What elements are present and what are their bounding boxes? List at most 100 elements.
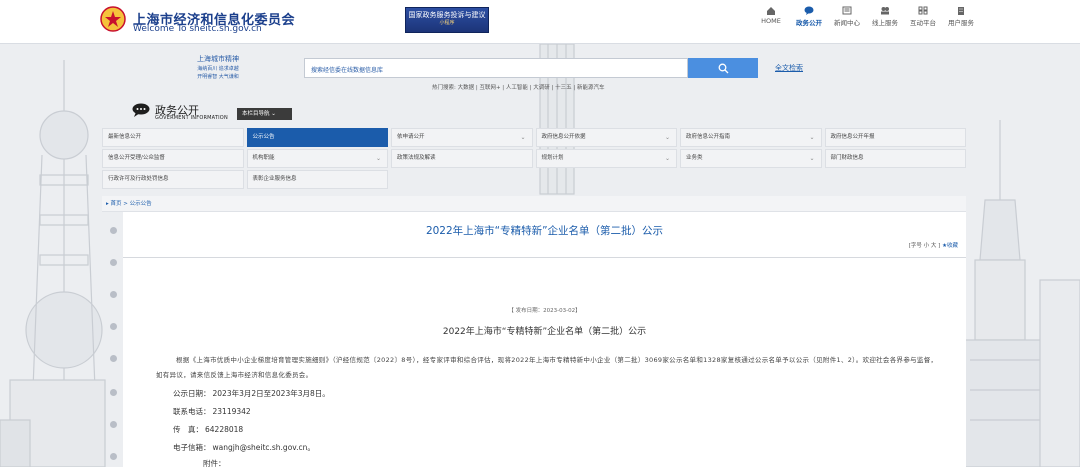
article-tools: [字号 小 大 ] ★收藏 [909, 241, 958, 249]
phone-value: 23119342 [212, 407, 251, 416]
fax-label: 传 真： [173, 425, 203, 434]
phone-label: 联系电话： [173, 407, 211, 416]
column-nav-dropdown[interactable]: 本栏目导航 ⌄ [237, 108, 292, 120]
nav-label: 用户服务 [948, 19, 974, 27]
category-item[interactable]: 政策法规及解读 [391, 149, 533, 168]
site-header: 上海市经济和信息化委员会 Welcome To sheitc.sh.gov.cn… [0, 0, 1080, 44]
nav-item-online-service[interactable]: 线上服务 [866, 6, 904, 27]
article-paragraph: 根据《上海市优质中小企业梯度培育管理实施细则》（沪经信规范〔2022〕8号），经… [156, 356, 938, 379]
timeline-dot [110, 389, 117, 396]
category-label: 政府信息公开指南 [686, 134, 731, 140]
timeline-dot [110, 227, 117, 234]
slogan-line-2: 开明睿智 大气谦和 [197, 74, 239, 80]
fax-line: 传 真： 64228018 [173, 424, 243, 435]
category-item[interactable]: 最新信息公开 [102, 128, 244, 147]
article-title: 2022年上海市“专精特新”企业名单（第二批）公示 [425, 225, 664, 237]
category-label: 最新信息公开 [108, 134, 142, 140]
email-line: 电子信箱： wangjh@sheitc.sh.gov.cn。 [173, 442, 315, 453]
category-item[interactable]: 部门财政信息 [824, 149, 966, 168]
chat-bubble-icon [132, 103, 150, 117]
publish-date: 【 发布日期：2023-03-02】 [508, 308, 581, 314]
category-label: 表彰企业服务信息 [252, 176, 297, 182]
period-value: 2023年3月2日至2023年3月8日。 [212, 389, 330, 398]
category-label: 政府信息公开依据 [541, 134, 586, 140]
category-label: 行政许可及行政处罚信息 [108, 176, 169, 182]
breadcrumb[interactable]: ▸ 首页 > 公示公告 [102, 196, 966, 212]
font-size-control[interactable]: [字号 小 大 ] [909, 243, 941, 249]
nav-label: 政务公开 [796, 19, 822, 27]
chevron-down-icon: ⌄ [809, 134, 815, 141]
favorite-button[interactable]: ★收藏 [942, 243, 958, 249]
site-subtitle: Welcome To sheitc.sh.gov.cn [133, 24, 262, 34]
article-subtitle: 2022年上海市“专精特新”企业名单（第二批）公示 [442, 327, 647, 337]
grid-icon [918, 6, 928, 15]
chevron-down-icon: ⌄ [520, 134, 526, 141]
fax-value: 64228018 [205, 425, 244, 434]
category-label: 部门财政信息 [830, 155, 864, 161]
news-icon [842, 6, 852, 15]
banner-title: 国家政务服务投诉与建议 [408, 11, 486, 19]
complaint-banner[interactable]: 国家政务服务投诉与建议 小程序 [405, 7, 489, 33]
category-item[interactable]: 公示公告 [246, 128, 388, 147]
timeline-dot [110, 323, 117, 330]
nav-label: 新闻中心 [834, 19, 860, 27]
nav-label: 互动平台 [910, 19, 936, 27]
nav-label: HOME [761, 17, 781, 25]
category-label: 机构职能 [252, 155, 275, 161]
phone-line: 联系电话： 23119342 [173, 406, 251, 417]
category-item[interactable]: 表彰企业服务信息 [246, 170, 388, 189]
slogan-title: 上海城市精神 [197, 55, 239, 63]
category-item[interactable]: 规划计划 ⌄ [535, 149, 677, 168]
chat-icon [804, 6, 814, 15]
users-icon [881, 7, 889, 15]
category-label: 政策法规及解读 [397, 155, 436, 161]
nav-item-gov-info[interactable]: 政务公开 [790, 6, 828, 27]
period-label: 公示日期： [173, 389, 211, 398]
nav-item-news[interactable]: 新闻中心 [828, 6, 866, 27]
chevron-down-icon: ⌄ [375, 155, 381, 162]
emblem-logo-icon[interactable] [100, 6, 126, 32]
email-label: 电子信箱： [173, 443, 211, 452]
timeline-dot [110, 355, 117, 362]
category-item[interactable]: 业务类 ⌄ [680, 149, 822, 168]
category-item[interactable]: 政府信息公开指南 ⌄ [680, 128, 822, 147]
chevron-down-icon: ⌄ [664, 134, 670, 141]
nav-item-user-service[interactable]: 用户服务 [942, 6, 980, 27]
nav-item-home[interactable]: HOME [752, 6, 790, 27]
home-icon [767, 7, 775, 15]
search-input[interactable]: 搜索经信委在线数据信息库 [304, 58, 688, 78]
category-label: 业务类 [686, 155, 703, 161]
timeline-dot [110, 453, 117, 460]
search-button[interactable] [688, 58, 758, 78]
main-nav: HOME 政务公开 新闻中心 线上服务 互动平台 用户服务 [752, 6, 980, 27]
category-item[interactable]: 政府信息公开依据 ⌄ [535, 128, 677, 147]
category-label: 政府信息公开年报 [830, 134, 875, 140]
category-label: 依申请公开 [397, 134, 425, 140]
category-label: 规划计划 [541, 155, 564, 161]
chevron-down-icon: ⌄ [809, 155, 815, 162]
category-label: 公示公告 [252, 134, 275, 140]
banner-subtitle: 小程序 [439, 20, 455, 27]
category-grid: 最新信息公开 公示公告 依申请公开 ⌄ 政府信息公开依据 ⌄ 政府信息公开指南 ⌄ 政府信息公开… [102, 128, 966, 189]
timeline-dot [110, 291, 117, 298]
article-panel: 2022年上海市“专精特新”企业名单（第二批）公示 [字号 小 大 ] ★收藏 … [123, 212, 966, 467]
nav-label: 线上服务 [872, 19, 898, 27]
category-item[interactable]: 信息公开受理/公众监督 [102, 149, 244, 168]
hot-search-words[interactable]: 热门搜索: 大数据 | 互联网+ | 人工智能 | 大调研 | 十三五 | 新能… [432, 83, 604, 91]
email-value[interactable]: wangjh@sheitc.sh.gov.cn。 [213, 443, 315, 452]
period-line: 公示日期： 2023年3月2日至2023年3月8日。 [173, 388, 330, 399]
building-icon [958, 7, 964, 15]
category-item[interactable]: 机构职能 ⌄ [246, 149, 388, 168]
timeline-dot [110, 421, 117, 428]
section-subtitle: GOVERMENT INFORMATION [155, 115, 228, 121]
category-item[interactable]: 行政许可及行政处罚信息 [102, 170, 244, 189]
city-spirit-slogan: 上海城市精神 海纳百川 追求卓越 开明睿智 大气谦和 [188, 54, 248, 80]
slogan-line-1: 海纳百川 追求卓越 [197, 66, 239, 72]
category-item[interactable]: 依申请公开 ⌄ [391, 128, 533, 147]
fulltext-search-link[interactable]: 全文检索 [775, 63, 803, 73]
nav-item-interaction[interactable]: 互动平台 [904, 6, 942, 27]
search-icon [718, 63, 728, 73]
attachment-label: 附件： [203, 459, 226, 467]
category-item[interactable]: 政府信息公开年报 [824, 128, 966, 147]
category-label: 信息公开受理/公众监督 [108, 155, 165, 161]
